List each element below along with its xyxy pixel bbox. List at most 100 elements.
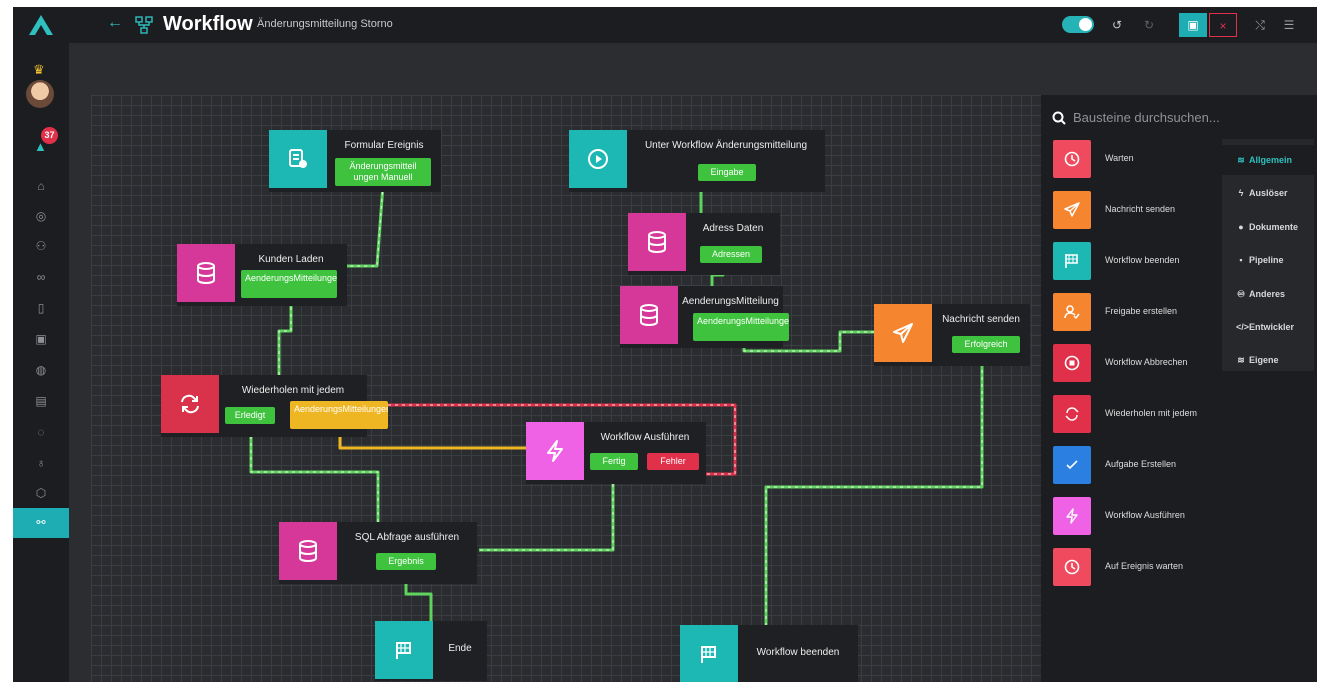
block-warten[interactable]: Warten [1053, 140, 1213, 180]
block-aufgabe-erstellen[interactable]: Aufgabe Erstellen [1053, 446, 1213, 486]
calendar-icon[interactable]: ▤ [13, 390, 69, 412]
avatar[interactable] [26, 80, 54, 108]
node-title: AenderungsMitteilung [682, 296, 779, 307]
workflow-icon[interactable]: ⚯ [13, 508, 69, 538]
search-input[interactable] [1073, 107, 1243, 127]
save-button[interactable]: ▣ [1179, 13, 1207, 37]
active-toggle[interactable] [1062, 16, 1094, 33]
blocks-panel: Warten Nachricht senden Workflow beenden… [1041, 95, 1317, 682]
node-wiederholen[interactable]: Wiederholen mit jedem Erledigt Aenderung… [161, 375, 388, 437]
block-freigabe-erstellen[interactable]: Freigabe erstellen [1053, 293, 1213, 333]
block-label: Freigabe erstellen [1105, 306, 1178, 316]
result-port[interactable]: Ergebnis [376, 553, 436, 570]
workflow-canvas[interactable]: Formular Ereignis Änderungsmitteil ungen… [91, 95, 1041, 682]
globe-icon[interactable]: ◍ [13, 359, 69, 381]
flag-icon [375, 621, 433, 679]
top-bar: ← Workflow Änderungsmitteilung Storno ↺ … [69, 7, 1317, 43]
category-list: ≋ Allgemein ϟ Auslöser ● Dokumente ▪ Pipelin… [1222, 139, 1314, 371]
repeat-icon [161, 375, 219, 433]
wire-erledigt-sql [249, 429, 380, 525]
output-port[interactable]: AenderungsMitteilungen [693, 313, 789, 341]
block-workflow-ausfuehren[interactable]: Workflow Ausführen [1053, 497, 1213, 537]
category-anderes[interactable]: ♾ Anderes [1222, 279, 1314, 309]
sliders-icon: ☰ [1283, 18, 1295, 32]
page-subtitle: Änderungsmitteilung Storno [257, 18, 393, 30]
node-title: Workflow beenden [756, 647, 840, 658]
node-sql-abfrage[interactable]: SQL Abfrage ausführen Ergebnis [279, 522, 477, 584]
error-port[interactable]: Fehler [647, 453, 699, 470]
trash-icon[interactable]: ▯ [13, 297, 69, 319]
node-title: Wiederholen mit jedem [241, 385, 345, 396]
arrow-left-icon[interactable]: ← [107, 14, 123, 32]
category-entwickler[interactable]: </>Entwickler [1222, 312, 1314, 342]
code-icon: </> [1236, 322, 1250, 332]
logo-icon[interactable] [27, 13, 55, 39]
block-wiederholen[interactable]: Wiederholen mit jedem [1053, 395, 1213, 435]
flag-icon [680, 625, 738, 682]
success-port[interactable]: Fertig [590, 453, 638, 470]
users-icon[interactable]: ⚇ [13, 235, 69, 257]
node-unter-workflow[interactable]: Unter Workflow Änderungsmitteilung Einga… [569, 130, 825, 192]
workflow-title-icon [135, 16, 153, 34]
category-eigene[interactable]: ≋ Eigene [1222, 345, 1314, 375]
page-title: Workflow [163, 13, 253, 35]
notification-badge: 37 [41, 127, 58, 144]
node-kunden-laden[interactable]: Kunden Laden AenderungsMitteilungen_Kund… [177, 244, 347, 306]
user-check-icon [1053, 293, 1091, 331]
node-aenderungsmitteilung[interactable]: AenderungsMitteilung AenderungsMitteilun… [620, 286, 789, 348]
undo-button[interactable]: ↺ [1103, 13, 1131, 37]
shield-icon[interactable]: ⬡ [13, 482, 69, 504]
node-formular-ereignis[interactable]: Formular Ereignis Änderungsmitteil ungen… [269, 130, 441, 192]
dashboard-icon[interactable]: ◎ [13, 205, 69, 227]
input-port[interactable]: Eingabe [698, 164, 756, 181]
node-title: Adress Daten [702, 223, 764, 234]
block-workflow-abbrechen[interactable]: Workflow Abbrechen [1053, 344, 1213, 384]
misc-icon: ♾ [1236, 289, 1246, 299]
block-label: Workflow Abbrechen [1105, 357, 1188, 367]
refresh-icon[interactable]: ◌ [13, 421, 69, 443]
database-icon [177, 244, 235, 302]
bolt-icon [526, 422, 584, 480]
block-label: Workflow beenden [1105, 255, 1180, 265]
settings-button[interactable]: ☰ [1275, 13, 1303, 37]
node-workflow-ausfuehren[interactable]: Workflow Ausführen Fertig Fehler [526, 422, 706, 484]
lightbulb-icon[interactable]: ♁ [13, 452, 69, 474]
done-port[interactable]: Erledigt [225, 407, 275, 424]
output-port[interactable]: Änderungsmitteil ungen Manuell [335, 158, 431, 186]
block-auf-ereignis-warten[interactable]: Auf Ereignis warten [1053, 548, 1213, 588]
block-workflow-beenden[interactable]: Workflow beenden [1053, 242, 1213, 282]
save-icon: ▣ [1187, 18, 1199, 32]
output-port[interactable]: Adressen [700, 246, 762, 263]
app-window: ♛ ▲ 37 ⌂ ◎ ⚇ ∞ ▯ ▣ ◍ ▤ ◌ ♁ ⬡ ⚯ ← Workflo… [13, 7, 1317, 682]
crown-icon: ♛ [33, 62, 45, 77]
block-label: Aufgabe Erstellen [1105, 459, 1177, 469]
home-icon[interactable]: ⌂ [13, 175, 69, 197]
redo-button[interactable]: ↻ [1135, 13, 1163, 37]
success-port[interactable]: Erfolgreich [952, 336, 1020, 353]
camera-icon[interactable]: ▣ [13, 328, 69, 350]
node-title: Workflow Ausführen [600, 432, 690, 443]
shuffle-button[interactable]: ⤭ [1246, 13, 1274, 37]
node-title: Nachricht senden [942, 314, 1020, 325]
play-icon [569, 130, 627, 188]
category-pipeline[interactable]: ▪ Pipeline [1222, 245, 1314, 275]
item-port[interactable]: AenderungsMitteilungen_Kunden [290, 401, 388, 429]
category-ausloeser[interactable]: ϟ Auslöser [1222, 178, 1314, 208]
node-adress-daten[interactable]: Adress Daten Adressen [628, 213, 780, 275]
block-label: Warten [1105, 153, 1134, 163]
category-allgemein[interactable]: ≋ Allgemein [1222, 145, 1314, 175]
link-icon[interactable]: ∞ [13, 266, 69, 288]
node-nachricht-senden[interactable]: Nachricht senden Erfolgreich [874, 304, 1030, 366]
node-workflow-beenden[interactable]: Workflow beenden [680, 625, 858, 682]
block-label: Workflow Ausführen [1105, 510, 1185, 520]
output-port[interactable]: AenderungsMitteilungen_Kunden [241, 270, 337, 298]
category-dokumente[interactable]: ● Dokumente [1222, 212, 1314, 242]
wire-formular-kunden [347, 184, 385, 268]
left-rail: ♛ ▲ 37 ⌂ ◎ ⚇ ∞ ▯ ▣ ◍ ▤ ◌ ♁ ⬡ ⚯ [13, 7, 69, 682]
block-nachricht-senden[interactable]: Nachricht senden [1053, 191, 1213, 231]
send-icon [874, 304, 932, 362]
node-ende[interactable]: Ende [375, 621, 487, 681]
form-icon [269, 130, 327, 188]
flag-icon [1053, 242, 1091, 280]
discard-button[interactable]: × [1209, 13, 1237, 37]
